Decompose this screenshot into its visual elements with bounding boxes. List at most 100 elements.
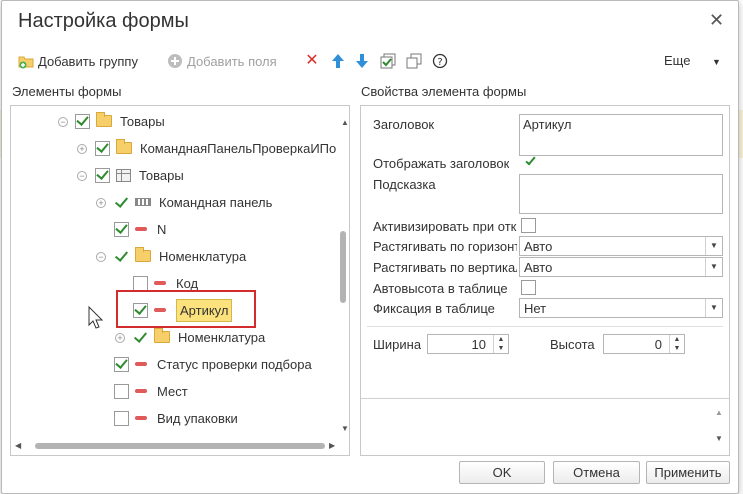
tree-item[interactable]: Командная панель [114, 191, 272, 213]
horizontal-scrollbar-thumb[interactable] [35, 443, 325, 449]
table-icon [116, 168, 131, 182]
tree-item[interactable]: Вид упаковки [114, 407, 238, 429]
tree-item-label: Статус проверки подбора [157, 356, 312, 372]
tree-item-label: Номенклатура [159, 248, 247, 264]
show-caption-checkbox[interactable] [523, 154, 538, 169]
form-elements-tree[interactable]: − Товары + КоманднаяПанельПроверкаИПо − … [10, 105, 350, 456]
spinner-icon[interactable]: ▲ ▼ [493, 335, 508, 353]
activate-checkbox[interactable] [521, 218, 536, 233]
tooltip-input[interactable] [519, 174, 723, 214]
checkbox[interactable] [95, 167, 110, 183]
auto-height-checkbox[interactable] [521, 280, 536, 295]
tree-item-label: Командная панель [159, 194, 273, 210]
height-input[interactable]: 0 ▲ ▼ [603, 334, 685, 354]
more-button[interactable]: Еще [664, 53, 690, 68]
cancel-button[interactable]: Отмена [553, 461, 640, 484]
checkbox[interactable] [114, 356, 129, 372]
stretch-horizontal-select[interactable]: Авто ▼ [519, 236, 723, 256]
field-icon [135, 227, 147, 231]
checkbox[interactable] [114, 221, 129, 237]
tree-item-label: Код [176, 275, 199, 291]
field-icon [135, 389, 147, 393]
tree-item[interactable]: Статус проверки подбора [114, 353, 312, 375]
more-dropdown-icon[interactable]: ▼ [712, 57, 721, 67]
scroll-down-arrow[interactable]: ▼ [715, 434, 723, 443]
scroll-right-arrow[interactable]: ▶ [329, 441, 335, 450]
checkbox[interactable] [114, 410, 129, 426]
apply-button[interactable]: Применить [646, 461, 730, 484]
check-all-icon [380, 53, 396, 69]
checkbox[interactable] [75, 113, 90, 129]
field-icon [135, 362, 147, 366]
scroll-up-arrow[interactable]: ▲ [715, 408, 723, 417]
expand-icon[interactable]: + [115, 333, 125, 343]
caption-input[interactable]: Артикул [519, 114, 723, 156]
dropdown-arrow-icon[interactable]: ▼ [705, 237, 722, 255]
add-fields-button[interactable]: Добавить поля [167, 53, 277, 69]
tree-item[interactable]: N [114, 218, 166, 240]
tree-item-label: Номенклатура [178, 329, 266, 345]
dropdown-arrow-icon[interactable]: ▼ [705, 299, 722, 317]
fixing-value: Нет [524, 300, 547, 316]
uncheck-all-button[interactable] [406, 53, 422, 69]
expand-icon[interactable]: + [77, 144, 87, 154]
height-value: 0 [654, 337, 662, 352]
command-bar-icon [135, 198, 151, 206]
fixing-label: Фиксация в таблице [373, 301, 495, 316]
scroll-left-arrow[interactable]: ◀ [15, 441, 21, 450]
activate-label: Активизировать при открытии [373, 219, 517, 234]
vertical-scrollbar-thumb[interactable] [340, 231, 346, 303]
show-caption-label: Отображать заголовок [373, 156, 510, 171]
collapse-icon[interactable]: − [96, 252, 106, 262]
tree-item-label: Мест [157, 383, 188, 399]
plus-circle-icon [167, 53, 183, 69]
check-all-button[interactable] [380, 53, 396, 69]
folder-add-icon [18, 53, 34, 69]
help-button[interactable]: ? [432, 53, 448, 69]
tree-item[interactable]: Товары [75, 110, 165, 132]
checkbox[interactable] [114, 383, 129, 399]
move-up-button[interactable] [330, 53, 346, 69]
svg-text:?: ? [437, 57, 442, 68]
spinner-icon[interactable]: ▲ ▼ [669, 335, 684, 353]
add-group-label: Добавить группу [38, 53, 138, 69]
dropdown-arrow-icon[interactable]: ▼ [705, 258, 722, 276]
checkbox[interactable] [95, 140, 110, 156]
tree-item[interactable]: Товары [95, 164, 184, 186]
tree-item[interactable]: Номенклатура [133, 326, 265, 348]
collapse-icon[interactable]: − [77, 171, 87, 181]
checkbox[interactable] [133, 275, 148, 291]
check-mark[interactable] [133, 330, 148, 345]
highlight-frame [116, 290, 256, 328]
stretch-horizontal-label: Растягивать по горизонтали [373, 239, 517, 254]
tree-item-label: КоманднаяПанельПроверкаИПо [140, 140, 337, 156]
scroll-down-arrow[interactable]: ▼ [341, 424, 349, 433]
auto-height-label: Автовысота в таблице [373, 281, 508, 296]
expand-icon[interactable]: + [96, 198, 106, 208]
delete-button[interactable]: ✕ [304, 53, 320, 69]
stretch-vertical-select[interactable]: Авто ▼ [519, 257, 723, 277]
mouse-cursor-icon [88, 306, 104, 329]
tree-item[interactable]: Номенклатура [114, 245, 246, 267]
check-mark[interactable] [114, 195, 129, 210]
add-group-button[interactable]: Добавить группу [18, 53, 138, 69]
tree-item[interactable]: Мест [114, 380, 188, 402]
collapse-icon[interactable]: − [58, 117, 68, 127]
copy-icon [406, 53, 422, 69]
check-mark[interactable] [114, 249, 129, 264]
move-down-button[interactable] [354, 53, 370, 69]
caption-label: Заголовок [373, 117, 435, 132]
field-icon [135, 416, 147, 420]
separator [367, 326, 723, 327]
properties-panel: Заголовок Артикул Отображать заголовок П… [360, 105, 730, 456]
ok-button[interactable]: OK [459, 461, 545, 484]
width-input[interactable]: 10 ▲ ▼ [427, 334, 509, 354]
stretch-vertical-value: Авто [524, 259, 553, 275]
scroll-up-arrow[interactable]: ▲ [341, 118, 349, 127]
width-value: 10 [471, 337, 486, 352]
tree-item[interactable]: КоманднаяПанельПроверкаИПо [95, 137, 336, 159]
close-icon[interactable]: ✕ [709, 10, 724, 31]
width-label: Ширина [373, 337, 422, 352]
tree-section-title: Элементы формы [12, 84, 122, 99]
fixing-select[interactable]: Нет ▼ [519, 298, 723, 318]
